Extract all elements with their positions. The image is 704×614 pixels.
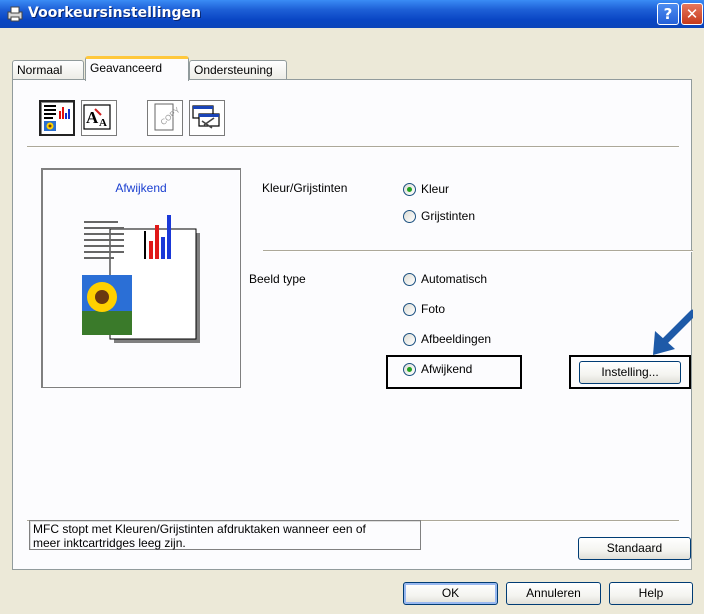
tab-ondersteuning[interactable]: Ondersteuning [189,60,287,80]
tab-panel: A A COPY Afwijkend Kleur/Grijstinten Kle… [12,79,693,570]
color-settings-icon [44,105,70,131]
settings-button[interactable]: Instelling... [579,361,681,384]
radio-label: Afwijkend [421,362,473,376]
section-divider [263,250,693,252]
radio-indicator [403,210,416,223]
watermark-button[interactable]: COPY [147,100,183,136]
device-options-icon [192,105,220,129]
radio-indicator [403,333,416,346]
color-section-label: Kleur/Grijstinten [262,181,348,195]
ok-button[interactable]: OK [403,582,498,605]
radio-dot [407,367,412,372]
status-line-2: meer inktcartridges leeg zijn. [33,536,186,550]
title-help-button[interactable]: ? [657,3,679,25]
title-close-button[interactable]: ✕ [681,3,703,25]
tab-geavanceerd[interactable]: Geavanceerd [85,56,189,81]
color-settings-button[interactable] [39,100,75,136]
toolbar-divider [27,146,679,148]
text-size-icon: A A [83,104,111,130]
tab-label: Geavanceerd [90,61,163,75]
title-bar[interactable]: Voorkeursinstellingen ? ✕ [0,0,704,28]
status-message: MFC stopt met Kleuren/Grijstinten afdruk… [29,520,421,550]
radio-indicator [403,273,416,286]
image-type-label: Beeld type [249,272,306,286]
status-line-1: MFC stopt met Kleuren/Grijstinten afdruk… [33,522,366,536]
standaard-button[interactable]: Standaard [578,537,691,560]
svg-text:A: A [99,117,107,129]
preview-caption: Afwijkend [115,181,167,195]
preferences-dialog: Voorkeursinstellingen ? ✕ Normaal Geavan… [0,0,704,614]
radio-indicator [403,303,416,316]
tab-normaal[interactable]: Normaal [12,60,84,80]
radio-label: Kleur [421,182,450,196]
device-options-button[interactable] [189,100,225,136]
radio-indicator [403,183,416,196]
preview-page-illustration [82,215,200,343]
window-title: Voorkeursinstellingen [28,5,201,21]
radio-label: Automatisch [421,272,488,286]
printer-icon [7,6,23,22]
cancel-button[interactable]: Annuleren [506,582,601,605]
pointer-arrow-icon [653,309,693,355]
radio-indicator [403,363,416,376]
tab-label: Normaal [17,63,63,77]
watermark-copy-icon: COPY [154,103,182,131]
tab-label: Ondersteuning [194,63,273,77]
preview-pane: Afwijkend [41,168,241,388]
help-button[interactable]: Help [609,582,693,605]
radio-label: Afbeeldingen [421,332,492,346]
radio-dot [407,187,412,192]
radio-label: Grijstinten [421,209,476,223]
text-size-button[interactable]: A A [81,100,117,136]
radio-label: Foto [421,302,446,316]
